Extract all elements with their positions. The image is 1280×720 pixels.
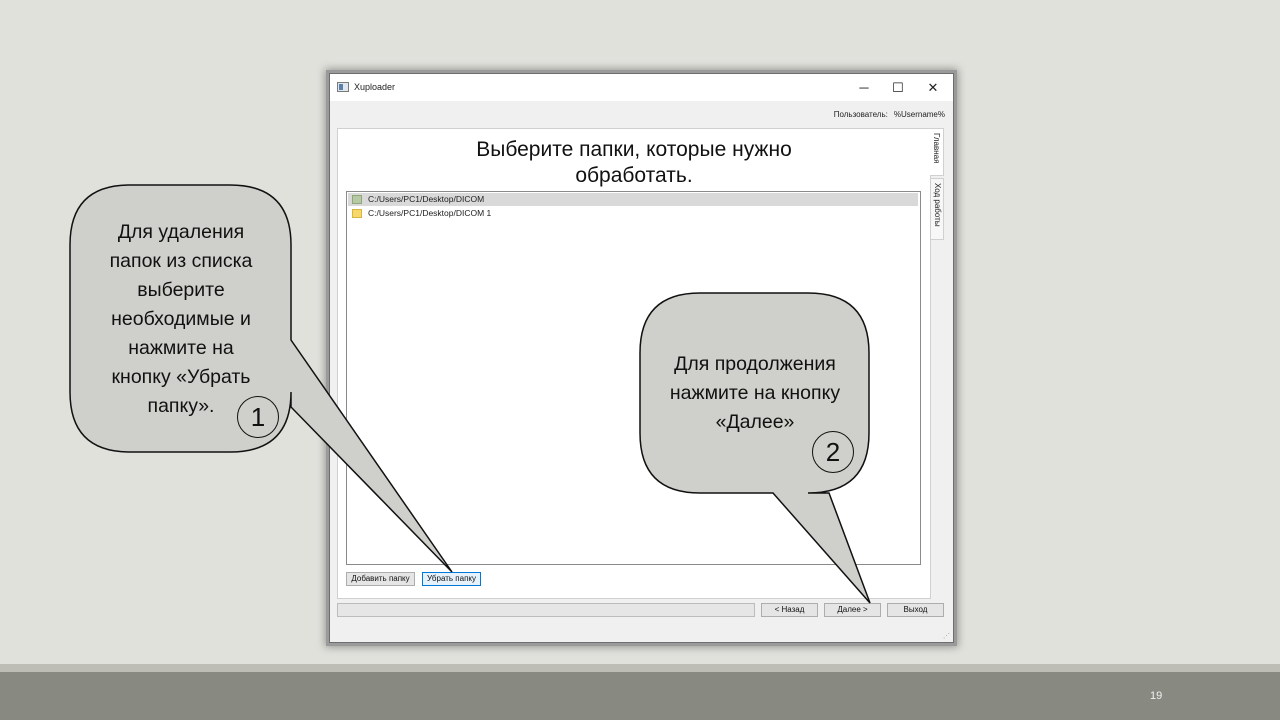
- left-callout-line: папок из списка: [109, 250, 253, 272]
- left-callout-line: кнопку «Убрать: [111, 366, 251, 388]
- left-callout-line: Для удаления: [117, 221, 245, 243]
- left-callout-text: Для удаления папок из списка выберите не…: [72, 218, 290, 421]
- right-callout-line: Для продолжения: [674, 353, 836, 375]
- left-callout-line: необходимые и: [111, 308, 251, 330]
- right-callout-text: Для продолжения нажмите на кнопку «Далее…: [642, 350, 868, 437]
- left-callout-line: выберите: [137, 279, 225, 301]
- left-callout-line: нажмите на: [128, 337, 234, 359]
- step-number-2: 2: [812, 431, 854, 473]
- right-callout-line: нажмите на кнопку: [669, 382, 841, 404]
- step-number-1: 1: [237, 396, 279, 438]
